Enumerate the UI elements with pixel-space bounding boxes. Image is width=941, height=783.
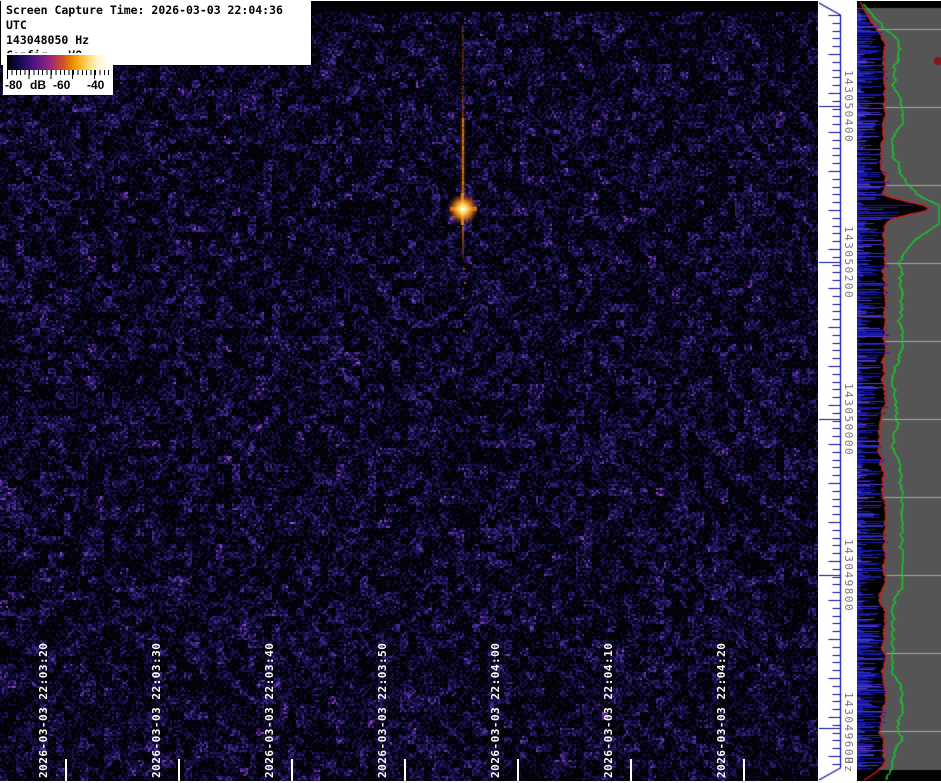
frequency-axis-label: 143050200 [842,226,855,299]
time-axis-tick [743,759,745,781]
time-axis-tick [291,759,293,781]
meteor-scatter-screen: 2026-03-03 22:03:20 2026-03-03 22:03:30 20… [0,0,941,783]
colorbar-label: -40 [87,78,104,92]
time-axis-tick [404,759,406,781]
colorbar-label: -60 [53,78,70,92]
frequency-axis-label: 143050400 [842,70,855,143]
time-axis-label: 2026-03-03 22:03:40 [263,643,276,778]
colorbar-gradient [7,55,109,70]
capture-time-text: Screen Capture Time: 2026-03-03 22:04:36… [6,3,306,33]
time-axis-label: 2026-03-03 22:03:20 [37,643,50,778]
waterfall-spectrogram [0,0,818,781]
time-axis-label: 2026-03-03 22:04:10 [602,643,615,778]
time-axis-label: 2026-03-03 22:04:00 [489,643,502,778]
frequency-axis-label: 143050000 [842,383,855,456]
spectrum-panel [857,0,941,783]
frequency-axis-label: Hz [842,757,855,773]
time-axis-tick [517,759,519,781]
time-axis-label: 2026-03-03 22:03:50 [376,643,389,778]
time-axis-label: 2026-03-03 22:03:30 [150,643,163,778]
intensity-colorbar: -80 dB -60 -40 [3,53,113,95]
frequency-axis-label: 143049800 [842,539,855,612]
colorbar-labels: -80 dB -60 -40 [3,80,113,93]
colorbar-label: -80 [5,78,22,92]
time-axis-tick [65,759,67,781]
colorbar-label: dB [30,78,46,92]
frequency-axis-label: 143049600 [842,692,855,765]
capture-frequency-text: 143048050 Hz [6,33,306,48]
frequency-axis: 143050400 143050200 143050000 143049800 1430… [818,0,857,783]
time-axis-label: 2026-03-03 22:04:20 [715,643,728,778]
time-axis-tick [630,759,632,781]
top-border [0,0,941,1]
time-axis-tick [178,759,180,781]
